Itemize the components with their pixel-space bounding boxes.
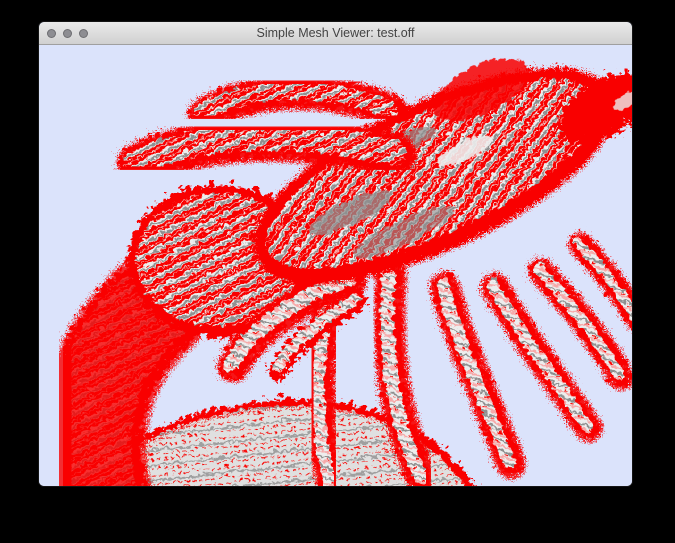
mesh-viewport[interactable]: [39, 45, 633, 487]
app-window: Simple Mesh Viewer: test.off: [38, 21, 633, 487]
titlebar[interactable]: Simple Mesh Viewer: test.off: [39, 22, 632, 45]
mesh-render: [39, 45, 633, 487]
mesh-lower-antenna-arm: [135, 136, 391, 161]
mesh-leg: [385, 273, 419, 475]
desktop-background: Simple Mesh Viewer: test.off: [0, 0, 675, 543]
window-title: Simple Mesh Viewer: test.off: [39, 22, 632, 44]
mesh-upper-antenna-arm: [201, 89, 387, 111]
